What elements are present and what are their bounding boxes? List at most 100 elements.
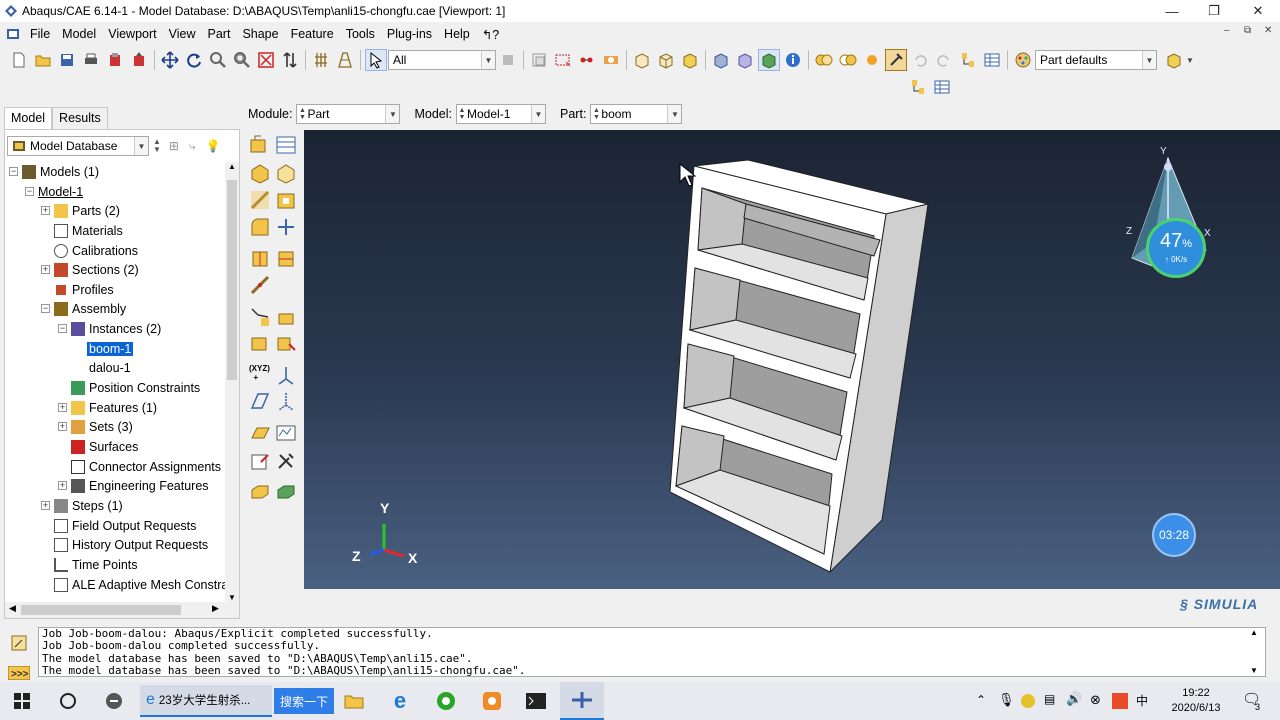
scroll-left-icon[interactable]: ◀ bbox=[9, 603, 16, 614]
tree-item-connector-assignments[interactable]: Connector Assignments bbox=[71, 457, 221, 476]
tree-item-model-1[interactable]: − Model-1 bbox=[25, 182, 83, 201]
tree-item-ale[interactable]: ALE Adaptive Mesh Constra bbox=[54, 575, 225, 594]
menu-help[interactable]: Help bbox=[438, 27, 476, 41]
show-all-icon[interactable] bbox=[861, 49, 883, 71]
office-tray-icon[interactable] bbox=[1112, 693, 1128, 709]
taskbar-clock[interactable]: 19:22 2020/6/13 bbox=[1160, 682, 1232, 720]
browser-360-icon[interactable] bbox=[426, 682, 466, 720]
mdi-close-button[interactable]: ✕ bbox=[1264, 25, 1272, 36]
menu-plugins[interactable]: Plug-ins bbox=[381, 27, 438, 41]
mdi-restore-button[interactable]: ⧉ bbox=[1244, 25, 1251, 36]
info-icon[interactable] bbox=[782, 49, 804, 71]
zoom-icon[interactable] bbox=[207, 49, 229, 71]
edge-browser-icon[interactable]: e bbox=[380, 682, 420, 720]
tree-item-dalou-1[interactable]: dalou-1 bbox=[89, 358, 131, 377]
model-select[interactable]: ▲ ▼ Model-1 ▼ bbox=[456, 104, 547, 124]
scroll-down-icon[interactable]: ▼ bbox=[1250, 666, 1258, 675]
maximize-button[interactable]: ❐ bbox=[1192, 0, 1236, 22]
message-tab-icon[interactable] bbox=[10, 634, 28, 652]
create-surface-icon[interactable] bbox=[275, 332, 297, 354]
module-select[interactable]: ▲ ▼ Part ▼ bbox=[296, 104, 401, 124]
expand-node-icon[interactable]: + bbox=[41, 206, 50, 215]
abaqus-task-icon[interactable] bbox=[560, 682, 604, 720]
open-file-icon[interactable] bbox=[32, 49, 54, 71]
tree-item-field-output[interactable]: Field Output Requests bbox=[54, 516, 196, 535]
partition-edge-icon[interactable] bbox=[249, 274, 271, 296]
partition-select-icon[interactable] bbox=[576, 49, 598, 71]
context-help-icon[interactable]: ↰? bbox=[476, 27, 505, 42]
tab-model[interactable]: Model bbox=[4, 107, 53, 129]
shell-extrude-icon[interactable] bbox=[275, 162, 297, 184]
graphics-viewport[interactable]: Y X Z Y X Z bbox=[304, 130, 1280, 589]
tree-item-position-constraints[interactable]: Position Constraints bbox=[71, 378, 200, 397]
menu-viewport[interactable]: Viewport bbox=[102, 27, 162, 41]
tree-item-instances[interactable]: − Instances (2) bbox=[58, 319, 161, 338]
select-from-list-icon[interactable] bbox=[528, 49, 550, 71]
display-options-icon[interactable] bbox=[1163, 49, 1185, 71]
query-icon[interactable] bbox=[600, 49, 622, 71]
tree-item-steps[interactable]: + Steps (1) bbox=[41, 496, 123, 515]
expand-node-icon[interactable]: + bbox=[58, 481, 67, 490]
collapse-node-icon[interactable]: − bbox=[25, 187, 34, 196]
network-icon[interactable]: ▤ bbox=[1044, 692, 1055, 706]
app-360-icon[interactable] bbox=[94, 682, 134, 720]
wireframe-icon[interactable] bbox=[710, 49, 732, 71]
security-icon[interactable]: ⊗ bbox=[1090, 692, 1101, 708]
ime-icon[interactable]: 中 bbox=[1136, 692, 1148, 709]
tree-item-materials[interactable]: Materials bbox=[54, 221, 123, 240]
virtual-topology-icon[interactable] bbox=[249, 306, 271, 328]
front-view-icon[interactable] bbox=[655, 49, 677, 71]
color-code-icon[interactable] bbox=[813, 49, 835, 71]
print-icon[interactable] bbox=[80, 49, 102, 71]
partition-face-icon[interactable] bbox=[275, 248, 297, 270]
python-console-icon[interactable]: >>> bbox=[8, 666, 30, 680]
pan-icon[interactable] bbox=[159, 49, 181, 71]
datum-axis-icon[interactable] bbox=[275, 364, 297, 386]
render-style-icon[interactable] bbox=[1012, 49, 1034, 71]
network-monitor-widget[interactable]: 47% ↑ 0K/s bbox=[1146, 218, 1206, 278]
model-database-select[interactable]: Model Database ▼ bbox=[7, 136, 149, 156]
menu-tools[interactable]: Tools bbox=[340, 27, 381, 41]
expand-node-icon[interactable]: + bbox=[58, 403, 67, 412]
collapse-node-icon[interactable]: − bbox=[41, 304, 50, 313]
expand-node-icon[interactable]: + bbox=[41, 501, 50, 510]
browser-task-button[interactable]: e 23岁大学生射杀... bbox=[140, 685, 272, 717]
query-tool-icon[interactable] bbox=[249, 450, 271, 472]
tree-item-models[interactable]: − Models (1) bbox=[9, 162, 99, 181]
collapse-node-icon[interactable]: − bbox=[9, 167, 18, 176]
import-icon[interactable] bbox=[104, 49, 126, 71]
rotate-icon[interactable] bbox=[183, 49, 205, 71]
tree-horizontal-scrollbar[interactable]: ◀ ▶ bbox=[5, 602, 239, 618]
scroll-up-icon[interactable]: ▲ bbox=[1250, 628, 1258, 637]
solid-extrude-icon[interactable] bbox=[249, 162, 271, 184]
assign-icon[interactable] bbox=[249, 482, 271, 504]
menu-feature[interactable]: Feature bbox=[285, 27, 340, 41]
scroll-up-icon[interactable]: ▲ bbox=[225, 162, 239, 171]
hammer-icon[interactable] bbox=[885, 49, 907, 71]
mesh-icon[interactable] bbox=[275, 482, 297, 504]
close-button[interactable]: ✕ bbox=[1236, 0, 1280, 22]
tree-item-profiles[interactable]: Profiles bbox=[54, 280, 114, 299]
menu-part[interactable]: Part bbox=[202, 27, 237, 41]
tree-item-history-output[interactable]: History Output Requests bbox=[54, 535, 208, 554]
tray-chevron-up-icon[interactable]: ⌃ bbox=[976, 693, 986, 707]
box-zoom-icon[interactable] bbox=[231, 49, 253, 71]
select-cursor-icon[interactable] bbox=[365, 49, 387, 71]
expand-node-icon[interactable]: + bbox=[41, 265, 50, 274]
volume-icon[interactable]: 🔊 bbox=[1066, 691, 1082, 707]
tree-item-engineering-features[interactable]: + Engineering Features bbox=[58, 476, 209, 495]
media-player-icon[interactable] bbox=[472, 682, 512, 720]
windows-start-icon[interactable] bbox=[2, 682, 42, 720]
collapse-icon[interactable]: ⊞ bbox=[169, 139, 179, 153]
csys-icon[interactable]: (XYZ) + bbox=[249, 364, 271, 386]
datum-csys-icon[interactable] bbox=[275, 390, 297, 412]
undo-icon[interactable] bbox=[909, 49, 931, 71]
search-button[interactable]: 搜索一下 bbox=[274, 688, 335, 714]
display-group-icon[interactable] bbox=[837, 49, 859, 71]
tree-item-assembly[interactable]: − Assembly bbox=[41, 299, 126, 318]
menu-view[interactable]: View bbox=[163, 27, 202, 41]
filter-icon[interactable]: ⤷ bbox=[189, 139, 196, 154]
create-set-icon[interactable] bbox=[249, 332, 271, 354]
recording-timer[interactable]: 03:28 bbox=[1152, 513, 1196, 557]
menu-model[interactable]: Model bbox=[56, 27, 102, 41]
